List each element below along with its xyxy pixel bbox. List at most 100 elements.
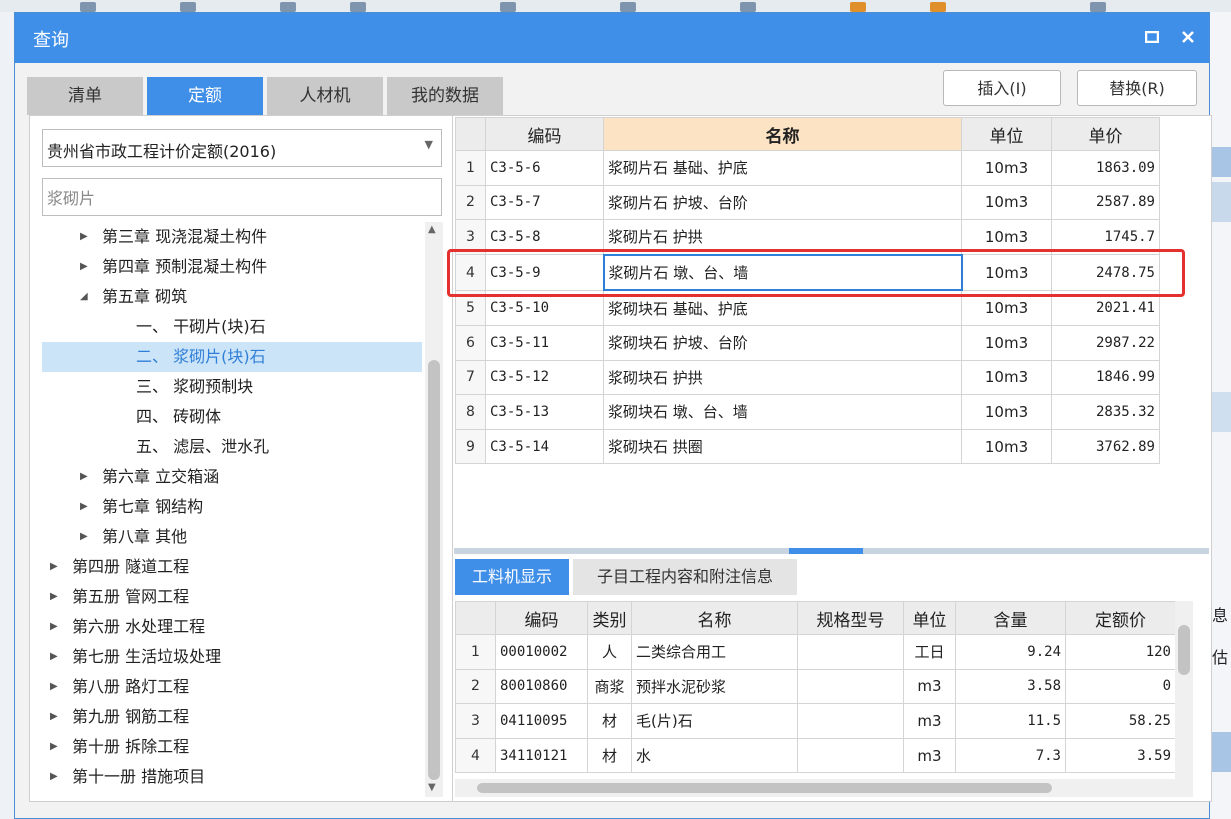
unit-cell: 10m3	[961, 394, 1052, 430]
tab-quota[interactable]: 定额	[147, 77, 263, 115]
quota-library-select[interactable]: 贵州省市政工程计价定额(2016) ▼	[42, 129, 442, 167]
tree-node-label: 五、 滤层、泄水孔	[136, 437, 270, 456]
tree-node[interactable]: ▶ 第六章 立交箱涵	[42, 462, 422, 492]
collapsed-arrow-icon[interactable]: ▶	[50, 582, 64, 612]
row-index: 4	[455, 737, 496, 774]
table-row[interactable]: 1 00010002 人二类综合用工 工日 9.24 120	[455, 634, 1176, 670]
tree-node[interactable]: ▶ 第五册 管网工程	[42, 582, 422, 612]
tab-bill[interactable]: 清单	[27, 77, 143, 115]
scrollbar-thumb[interactable]	[428, 360, 440, 780]
name-cell: 浆砌块石 护坡、台阶	[603, 324, 962, 361]
price-cell: 2587.89	[1051, 184, 1160, 221]
collapsed-arrow-icon[interactable]: ▶	[80, 222, 94, 252]
column-header-price[interactable]: 单价	[1051, 117, 1160, 151]
tab-work-content-notes[interactable]: 子目工程内容和附注信息	[573, 559, 797, 595]
table-row[interactable]: 3 04110095 材毛(片)石 m3 11.5 58.25	[455, 703, 1176, 739]
tree-node[interactable]: ▶ 第七章 钢结构	[42, 492, 422, 522]
scrollbar-thumb[interactable]	[1178, 625, 1190, 675]
tree-node[interactable]: ▶ 第十册 拆除工程	[42, 732, 422, 762]
collapsed-arrow-icon[interactable]: ▶	[50, 702, 64, 732]
column-header-unit[interactable]: 单位	[961, 117, 1052, 151]
code-cell: C3-5-10	[485, 289, 604, 326]
column-header-unit[interactable]: 单位	[903, 601, 956, 635]
tree-node[interactable]: ◢ 第五章 砌筑	[42, 282, 422, 312]
tree-node[interactable]: 二、 浆砌片(块)石	[42, 342, 422, 372]
maximize-icon[interactable]	[1139, 25, 1165, 49]
quantity-cell: 7.3	[955, 737, 1066, 774]
scrollbar-thumb[interactable]	[477, 783, 1052, 793]
unit-cell: 10m3	[961, 359, 1052, 396]
collapsed-arrow-icon[interactable]: ▶	[80, 492, 94, 522]
splitter-grip[interactable]	[789, 548, 863, 554]
column-header-code[interactable]: 编码	[485, 117, 604, 151]
unit-cell: 10m3	[961, 324, 1052, 361]
spec-cell	[797, 703, 904, 739]
dialog-titlebar[interactable]: 查询	[15, 13, 1209, 63]
search-input[interactable]	[42, 178, 442, 216]
table-row[interactable]: 4 C3-5-9 浆砌片石 墩、台、墙 10m3 2478.75	[455, 253, 1160, 292]
collapsed-arrow-icon[interactable]: ▶	[50, 642, 64, 672]
scroll-up-icon[interactable]: ▲	[428, 224, 436, 235]
table-row[interactable]: 8 C3-5-13 浆砌块石 墩、台、墙 10m3 2835.32	[455, 394, 1160, 430]
collapsed-arrow-icon[interactable]: ▶	[50, 672, 64, 702]
tree-node[interactable]: 四、 砖砌体	[42, 402, 422, 432]
resource-hscrollbar[interactable]	[455, 779, 1193, 797]
tree-node[interactable]: 一、 干砌片(块)石	[42, 312, 422, 342]
tree-node[interactable]: ▶ 第八章 其他	[42, 522, 422, 552]
name-cell: 浆砌片石 基础、护底	[603, 150, 962, 186]
tree-node[interactable]: 三、 浆砌预制块	[42, 372, 422, 402]
close-icon[interactable]	[1175, 25, 1201, 49]
column-header-code[interactable]: 编码	[495, 601, 588, 635]
insert-button[interactable]: 插入(I)	[943, 70, 1061, 106]
table-row[interactable]: 1 C3-5-6 浆砌片石 基础、护底 10m3 1863.09	[455, 150, 1160, 186]
quota-price-cell: 120	[1065, 634, 1176, 670]
tree-node[interactable]: ▶ 第四册 隧道工程	[42, 552, 422, 582]
row-index-header	[455, 117, 486, 151]
resource-vscrollbar[interactable]	[1175, 601, 1193, 779]
table-row[interactable]: 4 34110121 材水 m3 7.3 3.59	[455, 737, 1176, 774]
scroll-down-icon[interactable]: ▼	[428, 782, 436, 793]
panel-splitter[interactable]	[454, 548, 1209, 554]
toolbar-icon	[1090, 2, 1106, 12]
tab-labor-material-machine[interactable]: 人材机	[267, 77, 383, 115]
table-row[interactable]: 7 C3-5-12 浆砌块石 护拱 10m3 1846.99	[455, 359, 1160, 396]
collapsed-arrow-icon[interactable]: ▶	[80, 522, 94, 552]
tree-node[interactable]: ▶ 第四章 预制混凝土构件	[42, 252, 422, 282]
collapsed-arrow-icon[interactable]: ▶	[50, 732, 64, 762]
price-cell: 1745.7	[1051, 219, 1160, 256]
tree-node[interactable]: ▶ 第八册 路灯工程	[42, 672, 422, 702]
name-cell: 浆砌块石 护拱	[603, 359, 962, 396]
collapsed-arrow-icon[interactable]: ▶	[80, 252, 94, 282]
tree-node[interactable]: ▶ 第三章 现浇混凝土构件	[42, 222, 422, 252]
tree-scrollbar[interactable]: ▲ ▼	[425, 222, 443, 797]
collapsed-arrow-icon[interactable]: ▶	[50, 612, 64, 642]
column-header-quota-price[interactable]: 定额价	[1065, 601, 1176, 635]
tab-my-data[interactable]: 我的数据	[387, 77, 503, 115]
tree-node[interactable]: ▶ 第七册 生活垃圾处理	[42, 642, 422, 672]
tree-node-label: 三、 浆砌预制块	[136, 377, 254, 396]
replace-button[interactable]: 替换(R)	[1077, 70, 1197, 106]
table-row[interactable]: 5 C3-5-10 浆砌块石 基础、护底 10m3 2021.41	[455, 289, 1160, 326]
collapsed-arrow-icon[interactable]: ▶	[50, 552, 64, 582]
table-row[interactable]: 2 80010860 商浆 预拌水泥砂浆 m3 3.58 0	[455, 668, 1176, 705]
column-header-name[interactable]: 名称	[603, 117, 962, 151]
column-header-spec[interactable]: 规格型号	[797, 601, 904, 635]
collapsed-arrow-icon[interactable]: ▶	[50, 762, 64, 792]
tree-node[interactable]: ▶ 第十一册 措施项目	[42, 762, 422, 792]
collapsed-arrow-icon[interactable]: ▶	[80, 462, 94, 492]
table-row[interactable]: 6 C3-5-11 浆砌块石 护坡、台阶 10m3 2987.22	[455, 324, 1160, 361]
tab-resource-display[interactable]: 工料机显示	[455, 559, 569, 595]
table-row[interactable]: 2 C3-5-7 浆砌片石 护坡、台阶 10m3 2587.89	[455, 184, 1160, 221]
tree-node[interactable]: ▶ 第六册 水处理工程	[42, 612, 422, 642]
table-row[interactable]: 3 C3-5-8 浆砌片石 护拱 10m3 1745.7	[455, 219, 1160, 256]
table-row[interactable]: 9 C3-5-14 浆砌块石 拱圈 10m3 3762.89	[455, 428, 1160, 465]
spec-cell	[797, 668, 904, 705]
tree-node[interactable]: ▶ 第九册 钢筋工程	[42, 702, 422, 732]
column-header-type[interactable]: 类别	[587, 601, 632, 635]
code-cell: 34110121	[495, 737, 588, 774]
column-header-name[interactable]: 名称	[631, 601, 798, 635]
toolbar-icon	[850, 2, 866, 12]
tree-node[interactable]: 五、 滤层、泄水孔	[42, 432, 422, 462]
column-header-quantity[interactable]: 含量	[955, 601, 1066, 635]
expanded-arrow-icon[interactable]: ◢	[80, 282, 94, 312]
